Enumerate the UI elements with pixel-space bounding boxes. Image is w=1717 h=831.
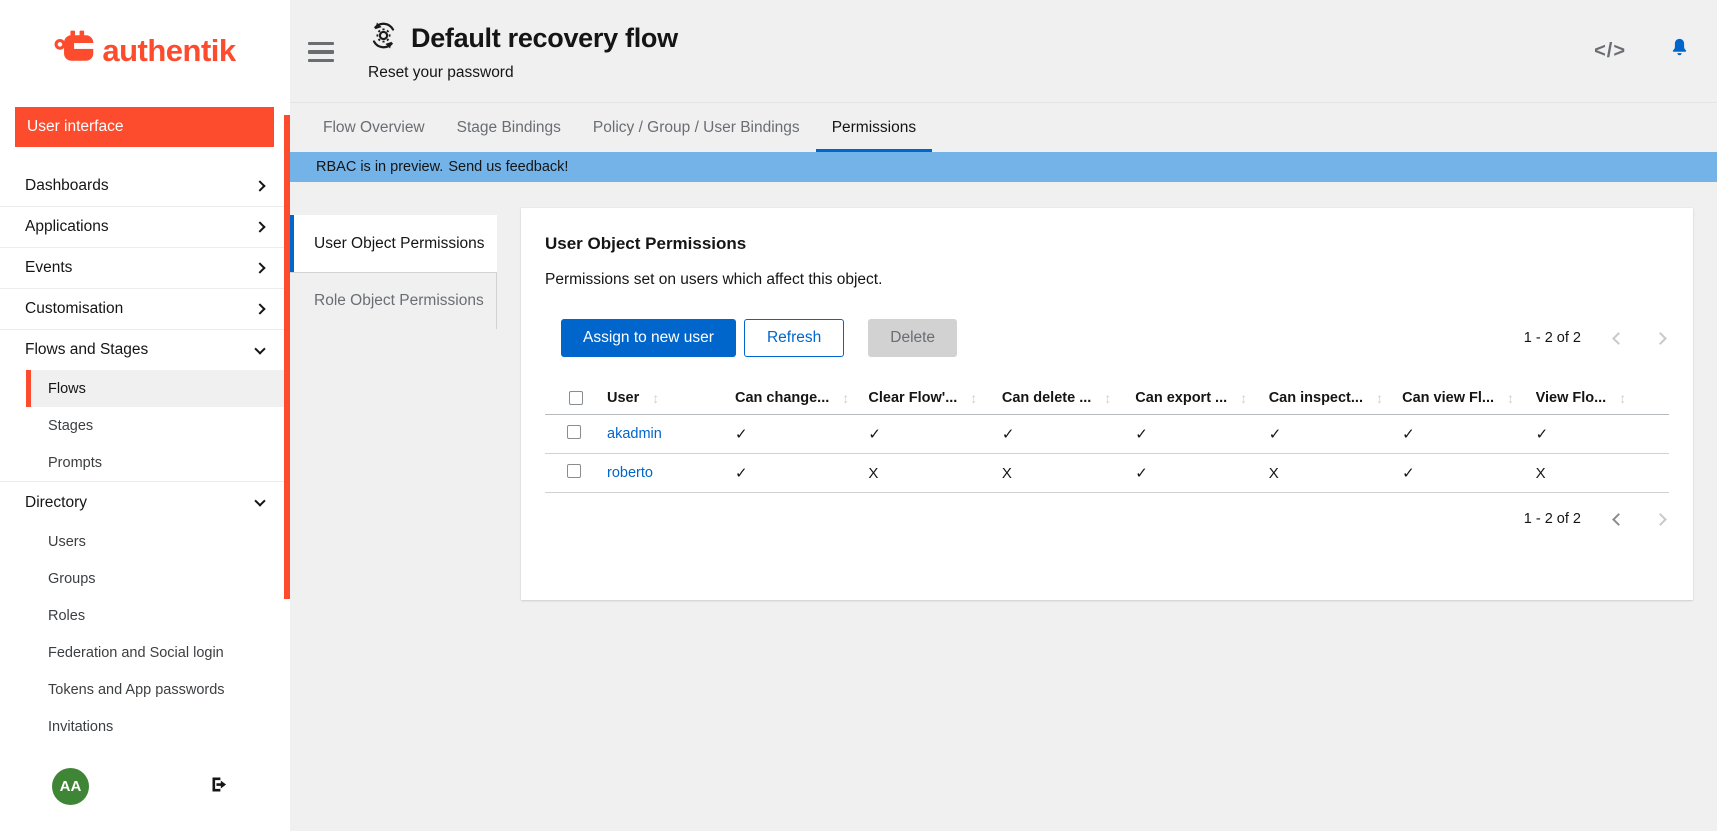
- sidebar-item-invitations[interactable]: Invitations: [0, 708, 290, 745]
- sidebar-item-roles[interactable]: Roles: [0, 597, 290, 634]
- sign-out-icon[interactable]: [209, 774, 230, 800]
- toolbar: Assign to new user Refresh Delete 1 - 2 …: [545, 319, 1669, 357]
- sidebar-footer: AA: [0, 758, 290, 831]
- sidebar: authentik User interface Dashboards Appl…: [0, 0, 290, 831]
- pagination-label: 1 - 2 of 2: [1524, 511, 1581, 527]
- avatar[interactable]: AA: [52, 768, 89, 805]
- chevron-down-icon: [254, 495, 265, 506]
- sidebar-item-customisation[interactable]: Customisation: [0, 288, 290, 329]
- table-header-row: User↕ Can change...↕ Clear Flow'...↕ Can…: [545, 381, 1669, 415]
- sort-icon[interactable]: ↕: [652, 390, 659, 406]
- chevron-right-icon: [254, 221, 265, 232]
- subtab-role-object-permissions[interactable]: Role Object Permissions: [290, 272, 497, 329]
- menu-icon[interactable]: [308, 42, 334, 62]
- sort-icon[interactable]: ↕: [1104, 390, 1111, 406]
- pagination-bottom-wrap: 1 - 2 of 2: [545, 511, 1669, 527]
- sidebar-item-tokens[interactable]: Tokens and App passwords: [0, 671, 290, 708]
- sort-icon[interactable]: ↕: [970, 390, 977, 406]
- user-link[interactable]: akadmin: [607, 426, 662, 442]
- active-section-accent-bar: [284, 115, 290, 599]
- row-checkbox[interactable]: [567, 464, 581, 478]
- sidebar-item-flows[interactable]: Flows: [26, 370, 290, 407]
- refresh-button[interactable]: Refresh: [744, 319, 844, 357]
- sort-icon[interactable]: ↕: [1240, 390, 1247, 406]
- pagination-top: 1 - 2 of 2: [1524, 330, 1669, 346]
- chevron-right-icon: [254, 180, 265, 191]
- sidebar-item-users[interactable]: Users: [0, 523, 290, 560]
- previous-page-icon[interactable]: [1612, 332, 1625, 345]
- sidebar-section-user-interface[interactable]: User interface: [15, 107, 274, 147]
- sidebar-item-applications[interactable]: Applications: [0, 206, 290, 247]
- main-area: Default recovery flow Reset your passwor…: [290, 0, 1717, 831]
- sidebar-item-directory[interactable]: Directory: [0, 482, 290, 523]
- sidebar-item-groups[interactable]: Groups: [0, 560, 290, 597]
- key-logo-icon: [54, 30, 96, 71]
- chevron-right-icon: [254, 262, 265, 273]
- table-row: akadmin ✓ ✓ ✓ ✓ ✓ ✓ ✓: [545, 415, 1669, 454]
- card-description: Permissions set on users which affect th…: [545, 271, 1669, 289]
- chevron-right-icon: [254, 303, 265, 314]
- sidebar-item-federation[interactable]: Federation and Social login: [0, 634, 290, 671]
- sidebar-item-dashboards[interactable]: Dashboards: [0, 165, 290, 206]
- app-root: authentik User interface Dashboards Appl…: [0, 0, 1717, 831]
- row-checkbox[interactable]: [567, 425, 581, 439]
- header-actions: </>: [1594, 37, 1691, 65]
- flow-tabs: Flow Overview Stage Bindings Policy / Gr…: [290, 103, 1717, 152]
- rbac-preview-banner: RBAC is in preview. Send us feedback!: [290, 152, 1717, 182]
- tab-flow-overview[interactable]: Flow Overview: [307, 103, 441, 152]
- flow-gear-icon: [368, 20, 399, 56]
- feedback-link[interactable]: Send us feedback!: [448, 159, 568, 175]
- pagination-bottom: 1 - 2 of 2: [1524, 511, 1669, 527]
- brand-logo[interactable]: authentik: [0, 0, 290, 95]
- banner-text: RBAC is in preview.: [316, 159, 443, 175]
- brand-name: authentik: [102, 33, 235, 69]
- sort-icon[interactable]: ↕: [1376, 390, 1383, 406]
- user-object-permissions-card: User Object Permissions Permissions set …: [521, 208, 1693, 600]
- tab-stage-bindings[interactable]: Stage Bindings: [441, 103, 577, 152]
- sidebar-nav: Dashboards Applications Events Customisa…: [0, 165, 290, 745]
- assign-to-new-user-button[interactable]: Assign to new user: [561, 319, 736, 357]
- permissions-table: User↕ Can change...↕ Clear Flow'...↕ Can…: [545, 381, 1669, 493]
- sidebar-item-stages[interactable]: Stages: [0, 407, 290, 444]
- title-block: Default recovery flow Reset your passwor…: [368, 20, 678, 82]
- card-title: User Object Permissions: [545, 234, 1669, 254]
- page-header: Default recovery flow Reset your passwor…: [290, 0, 1717, 103]
- permission-subtabs: User Object Permissions Role Object Perm…: [290, 215, 497, 329]
- sort-icon[interactable]: ↕: [1619, 390, 1626, 406]
- sort-icon[interactable]: ↕: [1507, 390, 1514, 406]
- sort-icon[interactable]: ↕: [842, 390, 849, 406]
- sidebar-item-flows-and-stages[interactable]: Flows and Stages: [0, 329, 290, 370]
- content-row: User Object Permissions Role Object Perm…: [290, 182, 1717, 831]
- notifications-bell-icon[interactable]: [1668, 37, 1691, 65]
- sidebar-item-events[interactable]: Events: [0, 247, 290, 288]
- previous-page-icon[interactable]: [1612, 513, 1625, 526]
- subtab-user-object-permissions[interactable]: User Object Permissions: [290, 215, 497, 272]
- chevron-down-icon: [254, 343, 265, 354]
- user-link[interactable]: roberto: [607, 465, 653, 481]
- next-page-icon[interactable]: [1654, 513, 1667, 526]
- page-subtitle: Reset your password: [368, 64, 678, 82]
- tab-permissions[interactable]: Permissions: [816, 103, 932, 152]
- sidebar-item-prompts[interactable]: Prompts: [0, 444, 290, 481]
- tab-policy-group-user-bindings[interactable]: Policy / Group / User Bindings: [577, 103, 816, 152]
- table-row: roberto ✓ X X ✓ X ✓ X: [545, 454, 1669, 493]
- page-title: Default recovery flow: [411, 23, 678, 54]
- select-all-checkbox[interactable]: [569, 391, 583, 405]
- next-page-icon[interactable]: [1654, 332, 1667, 345]
- delete-button[interactable]: Delete: [868, 319, 957, 357]
- api-code-icon[interactable]: </>: [1594, 40, 1626, 63]
- pagination-label: 1 - 2 of 2: [1524, 330, 1581, 346]
